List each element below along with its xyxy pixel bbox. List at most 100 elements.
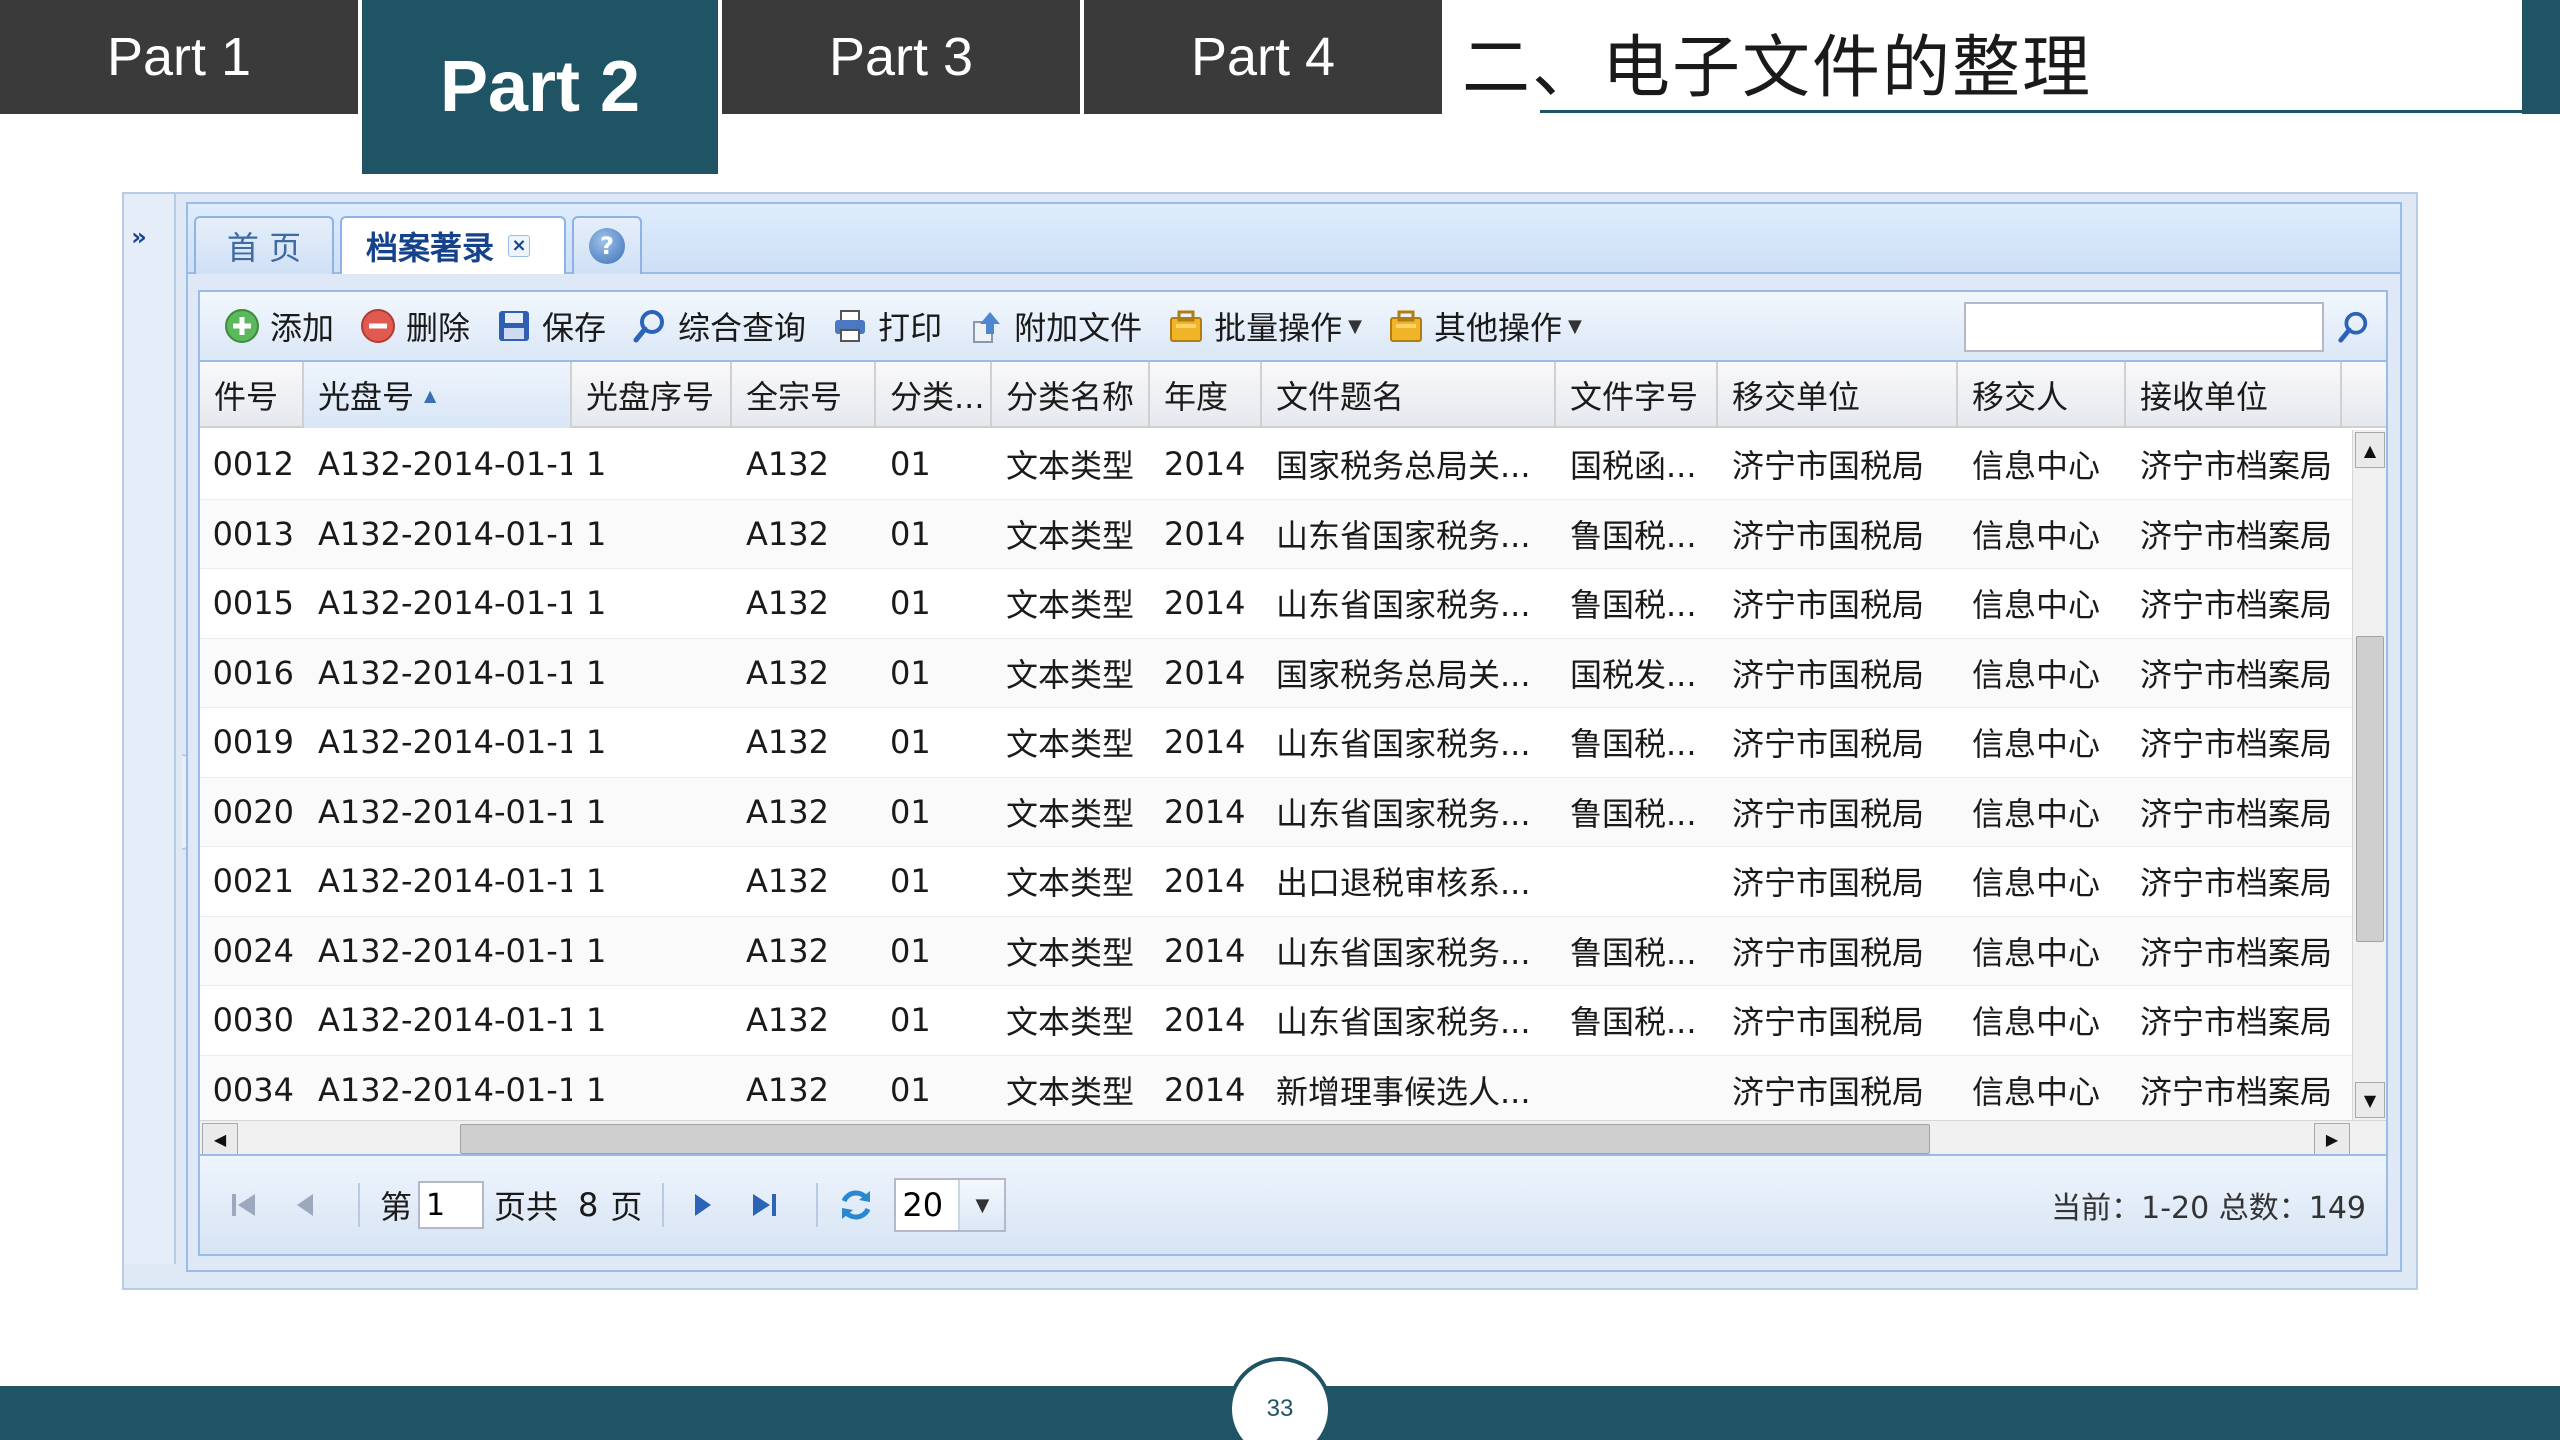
part-2-tab[interactable]: Part 2: [362, 0, 718, 174]
main-panel: 首 页 档案著录 × ? 添加 删除 保存 综合查询 打印 附加文件 批量操作 …: [186, 202, 2402, 1272]
part-4-tab[interactable]: Part 4: [1084, 0, 1442, 114]
table-cell: A132: [746, 931, 829, 970]
column-header[interactable]: 件号: [200, 362, 304, 428]
grid-body: 0012 A132-2014-01-1 1 A132 01 文本类型 2014 国家税务总局关…: [200, 430, 2352, 1120]
column-header[interactable]: 光盘序号: [572, 362, 732, 428]
print-button[interactable]: 打印: [822, 299, 950, 353]
table-cell: 01: [890, 514, 931, 553]
table-cell: 济宁市档案局: [2140, 1003, 2333, 1042]
column-header[interactable]: 文件字号: [1556, 362, 1718, 428]
column-header[interactable]: 分类...: [876, 362, 992, 428]
table-cell: 信息中心: [1972, 586, 2101, 625]
table-row[interactable]: 0013 A132-2014-01-1 1 A132 01 文本类型 2014 山东省国家税务…: [200, 499, 2352, 569]
refresh-icon: [842, 1190, 871, 1220]
scroll-down-icon[interactable]: ▼: [2355, 1082, 2385, 1118]
close-tab-icon[interactable]: ×: [508, 235, 531, 257]
table-cell: 济宁市档案局: [2140, 794, 2333, 833]
save-button[interactable]: 保存: [486, 299, 614, 353]
table-row[interactable]: 0016 A132-2014-01-1 1 A132 01 文本类型 2014 国家税务总局关…: [200, 638, 2352, 708]
table-cell: 2014: [1164, 653, 1246, 692]
prev-page-button[interactable]: [282, 1181, 330, 1229]
batch-operation-menu[interactable]: 批量操作 ▼: [1158, 299, 1370, 353]
table-cell: 新增理事候选人...: [1276, 1072, 1531, 1111]
column-header-label: 分类名称: [1006, 378, 1135, 416]
vertical-scrollbar[interactable]: ▲ ▼: [2352, 430, 2386, 1120]
table-row[interactable]: 0034 A132-2014-01-1 1 A132 01 文本类型 2014 新增理事候选人…: [200, 1055, 2352, 1120]
column-header[interactable]: 年度: [1150, 362, 1262, 428]
table-cell: 信息中心: [1972, 1072, 2101, 1111]
column-header[interactable]: 分类名称: [992, 362, 1150, 428]
pages-unit-label: 页: [610, 1188, 643, 1226]
total-pages-value: 8: [578, 1186, 599, 1224]
tab-home[interactable]: 首 页: [194, 216, 334, 274]
column-header[interactable]: 光盘号 ▲: [304, 362, 572, 428]
table-row[interactable]: 0024 A132-2014-01-1 1 A132 01 文本类型 2014 山东省国家税务…: [200, 916, 2352, 986]
table-cell: 鲁国税...: [1570, 516, 1697, 555]
search-button[interactable]: [2328, 302, 2378, 352]
refresh-button[interactable]: [832, 1181, 880, 1229]
horizontal-scroll-thumb[interactable]: [460, 1124, 1930, 1154]
table-cell: 01: [890, 653, 931, 692]
delete-button[interactable]: 删除: [350, 299, 478, 353]
table-cell: 2014: [1164, 1001, 1246, 1040]
horizontal-scrollbar[interactable]: ◀ ▶: [200, 1120, 2386, 1154]
scroll-right-icon[interactable]: ▶: [2314, 1123, 2350, 1154]
table-row[interactable]: 0030 A132-2014-01-1 1 A132 01 文本类型 2014 山东省国家税务…: [200, 986, 2352, 1056]
table-cell: A132: [746, 1001, 829, 1040]
column-header[interactable]: 移交单位: [1718, 362, 1958, 428]
table-cell: 0019: [212, 723, 294, 762]
add-button[interactable]: 添加: [214, 299, 342, 353]
table-row[interactable]: 0020 A132-2014-01-1 1 A132 01 文本类型 2014 山东省国家税务…: [200, 777, 2352, 847]
right-accent-bar: [2522, 0, 2560, 114]
current-page-input[interactable]: 1: [418, 1181, 485, 1229]
table-row[interactable]: 0012 A132-2014-01-1 1 A132 01 文本类型 2014 国家税务总局关…: [200, 430, 2352, 500]
page-size-select[interactable]: 20 ▼: [894, 1178, 1007, 1232]
table-cell: 济宁市国税局: [1732, 516, 1925, 555]
table-row[interactable]: 0021 A132-2014-01-1 1 A132 01 文本类型 2014 出口退税审核系…: [200, 847, 2352, 917]
table-cell: 1: [586, 445, 607, 484]
other-operation-menu[interactable]: 其他操作 ▼: [1378, 299, 1590, 353]
table-cell: 1: [586, 792, 607, 831]
column-header[interactable]: 文件题名: [1262, 362, 1556, 428]
table-row[interactable]: 0015 A132-2014-01-1 1 A132 01 文本类型 2014 山东省国家税务…: [200, 569, 2352, 639]
tab-help[interactable]: ?: [572, 216, 642, 274]
vertical-scroll-thumb[interactable]: [2356, 636, 2384, 942]
table-cell: 山东省国家税务...: [1276, 794, 1531, 833]
table-cell: 2014: [1164, 723, 1246, 762]
expand-nav-icon[interactable]: »: [124, 222, 154, 252]
table-cell: A132-2014-01-1: [318, 514, 572, 553]
table-cell: A132-2014-01-1: [318, 931, 572, 970]
table-cell: 文本类型: [1006, 655, 1135, 694]
table-cell: 鲁国税...: [1570, 1003, 1697, 1042]
attach-icon: [966, 306, 1006, 346]
scroll-up-icon[interactable]: ▲: [2355, 432, 2385, 468]
next-page-button[interactable]: [678, 1181, 726, 1229]
table-cell: 济宁市国税局: [1732, 447, 1925, 486]
part-3-tab[interactable]: Part 3: [722, 0, 1080, 114]
column-header-label: 全宗号: [746, 378, 843, 416]
attach-file-button[interactable]: 附加文件: [958, 299, 1150, 353]
page-prefix-label: 第: [380, 1188, 413, 1226]
table-cell: 2014: [1164, 792, 1246, 831]
chevron-down-icon[interactable]: ▼: [958, 1180, 1005, 1230]
table-cell: 信息中心: [1972, 794, 2101, 833]
query-button[interactable]: 综合查询: [622, 299, 814, 353]
column-header[interactable]: 移交人: [1958, 362, 2126, 428]
table-cell: 济宁市国税局: [1732, 864, 1925, 903]
table-cell: 0021: [212, 862, 294, 901]
page-suffix-label: 页共: [494, 1188, 559, 1226]
table-cell: 01: [890, 862, 931, 901]
scroll-left-icon[interactable]: ◀: [202, 1123, 238, 1154]
table-cell: 文本类型: [1006, 794, 1135, 833]
last-page-button[interactable]: [740, 1181, 788, 1229]
tab-archive-entry-label: 档案著录: [366, 229, 495, 267]
search-input[interactable]: [1964, 302, 2324, 352]
column-header[interactable]: 接收单位: [2126, 362, 2342, 428]
first-page-button[interactable]: [220, 1181, 268, 1229]
table-cell: A132: [746, 584, 829, 623]
table-row[interactable]: 0019 A132-2014-01-1 1 A132 01 文本类型 2014 山东省国家税务…: [200, 708, 2352, 778]
part-1-tab[interactable]: Part 1: [0, 0, 358, 114]
tab-archive-entry[interactable]: 档案著录 ×: [340, 216, 566, 274]
table-cell: 01: [890, 584, 931, 623]
column-header[interactable]: 全宗号: [732, 362, 876, 428]
